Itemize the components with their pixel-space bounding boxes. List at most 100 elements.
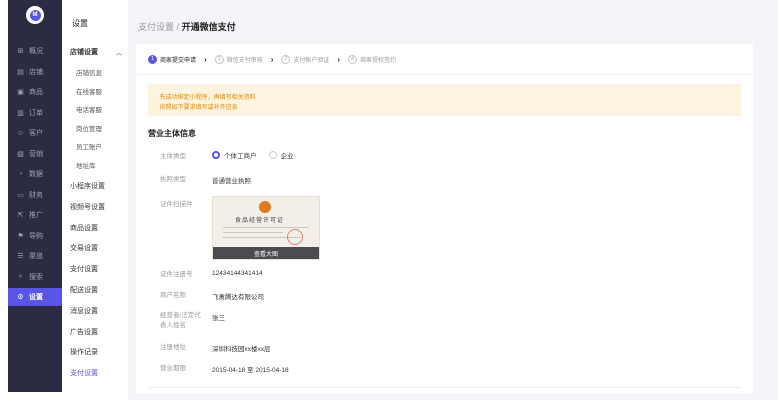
license-image-title: 食品经营许可证 [235, 217, 285, 224]
progress-steps: 1 商家提交申请 › 2 微信支付审核 › 3 支付账户验证 › 4 商家授权签约 [148, 52, 396, 66]
submenu-item[interactable]: 商品设置 [70, 219, 124, 237]
step-number: 1 [148, 54, 157, 64]
submenu-item[interactable]: 广告设置 [70, 323, 124, 341]
step-4: 4 商家授权签约 [348, 54, 397, 64]
operator-value: 张三 [212, 315, 225, 322]
radio-label: 个体工商户 [224, 153, 257, 160]
submenu-title: 设置 [72, 19, 88, 28]
breadcrumb-separator: / [176, 22, 180, 32]
main-nav-rail: M ⊞ 概况 ▤ 店铺 ▣ 商品 ▥ 订单 ☺ 客户 ▧ 营销 ◔ 数据 ▭ 财务 ⇱ 推广 ⚑ 导购 ☰ 渠道 ⌕ 搜索 ⚙ 设… [8, 0, 62, 392]
page-title: 开通微信支付 [181, 22, 236, 32]
rail-item-9[interactable]: ⚑ 导购 [8, 227, 62, 245]
section-title: 营业主体信息 [148, 129, 196, 138]
breadcrumb: 支付设置 / 开通微信支付 [138, 20, 236, 33]
license-type-label: 执照类型 [160, 176, 186, 183]
chevron-right-icon: › [337, 54, 341, 64]
rail-item-label: 店铺 [29, 68, 43, 76]
merchant-name-value: 飞禽腾达有限公司 [212, 294, 264, 301]
notice-line-2: · 按照如下要求填写或补齐信息 [156, 105, 238, 111]
rail-item-6[interactable]: ◔ 数据 [8, 165, 62, 183]
app-logo[interactable]: M [26, 6, 44, 24]
license-image[interactable]: 食品经营许可证 查看大图 [212, 196, 320, 260]
step-number: 2 [214, 54, 224, 64]
channel-icon: ☰ [17, 253, 24, 260]
rail-item-3[interactable]: ▥ 订单 [8, 104, 62, 122]
radio-label: 企业 [280, 153, 294, 160]
radio-unchecked-icon [268, 151, 277, 159]
submenu-child-item[interactable]: 在线客服 [76, 82, 130, 100]
license-type-value: 普通营业执照 [212, 178, 251, 185]
gear-icon: ⚙ [17, 294, 24, 301]
step-3: 3 支付账户验证 [281, 54, 330, 64]
submenu-item[interactable]: 交易设置 [70, 239, 124, 257]
submenu-item[interactable]: 配送设置 [70, 281, 124, 299]
chevron-right-icon: › [204, 54, 207, 64]
rail-item-12[interactable]: ⚙ 设置 [8, 288, 62, 306]
chevron-up-icon: ︿ [115, 50, 122, 57]
rail-item-7[interactable]: ▭ 财务 [8, 186, 62, 204]
submenu-child-item[interactable]: 店铺信息 [76, 63, 130, 81]
chevron-right-icon: › [270, 54, 274, 64]
submenu-item[interactable]: 小程序设置 [70, 177, 124, 195]
merchant-name-label: 商户名称 [160, 292, 186, 299]
submenu-group-store-settings[interactable]: 店铺设置 ︿ [70, 43, 124, 61]
step-label: 商家授权签约 [360, 57, 397, 64]
submenu-item[interactable]: 视频号设置 [70, 198, 124, 216]
rail-item-11[interactable]: ⌕ 搜索 [8, 268, 62, 286]
submenu-item[interactable]: 支付设置 [70, 260, 124, 278]
product-icon: ▣ [17, 89, 24, 96]
view-large-button[interactable]: 查看大图 [213, 247, 319, 259]
radio-individual[interactable]: 个体工商户 [212, 150, 257, 160]
submenu-item[interactable]: 支付设置 [70, 364, 124, 382]
license-text-line [223, 227, 309, 228]
step-label: 商家提交申请 [160, 57, 197, 64]
app-window: M ⊞ 概况 ▤ 店铺 ▣ 商品 ▥ 订单 ☺ 客户 ▧ 营销 ◔ 数据 ▭ 财务 ⇱ 推广 ⚑ 导购 ☰ 渠道 ⌕ 搜索 ⚙ 设… [0, 0, 778, 400]
divider [136, 74, 753, 75]
order-icon: ▥ [17, 109, 24, 117]
rail-item-label: 导购 [29, 232, 43, 240]
emblem-icon [259, 201, 271, 213]
submenu-item[interactable]: 操作记录 [70, 343, 124, 361]
divider [148, 387, 741, 388]
reg-no-label: 证件注册号 [160, 271, 193, 278]
rail-item-label: 营销 [29, 150, 43, 158]
period-value: 2015-04-18 至 2015-04-18 [212, 367, 289, 374]
submenu-item[interactable]: 消息设置 [70, 302, 124, 320]
step-2: 2 微信支付审核 [214, 54, 263, 64]
submenu-group-label: 店铺设置 [70, 49, 98, 56]
step-label: 支付账户验证 [293, 57, 330, 64]
breadcrumb-parent[interactable]: 支付设置 [138, 22, 174, 32]
rail-item-10[interactable]: ☰ 渠道 [8, 247, 62, 265]
notice-banner: · 先成功绑定小程序，再填写相关资料 · 按照如下要求填写或补齐信息 [148, 84, 741, 116]
address-value: 深圳科技园xx楼xx层 [212, 346, 271, 353]
submenu-child-item[interactable]: 员工账户 [76, 137, 130, 155]
guide-icon: ⚑ [17, 232, 24, 240]
rail-item-5[interactable]: ▧ 营销 [8, 145, 62, 163]
radio-enterprise[interactable]: 企业 [268, 150, 294, 160]
rail-item-label: 概况 [29, 48, 43, 55]
rail-item-2[interactable]: ▣ 商品 [8, 83, 62, 101]
submenu-child-item[interactable]: 电话客服 [76, 100, 130, 118]
store-icon: ▤ [17, 68, 24, 76]
operator-label: 经营者/法定代表人姓名 [160, 312, 201, 329]
data-icon: ◔ [18, 170, 23, 178]
rail-item-8[interactable]: ⇱ 推广 [8, 206, 62, 224]
submenu-child-item[interactable]: 地址库 [76, 156, 130, 174]
radio-checked-icon [212, 151, 220, 159]
rail-item-label: 数据 [29, 171, 43, 178]
grid-icon: ⊞ [17, 48, 24, 55]
marketing-icon: ▧ [17, 150, 24, 158]
notice-line-1: · 先成功绑定小程序，再填写相关资料 [156, 95, 256, 101]
rail-item-1[interactable]: ▤ 店铺 [8, 63, 62, 81]
rail-item-label: 商品 [29, 89, 43, 96]
promote-icon: ⇱ [17, 212, 24, 219]
finance-icon: ▭ [17, 191, 24, 199]
period-label: 营业期限 [160, 365, 186, 372]
submenu-child-item[interactable]: 岗位管理 [76, 119, 130, 137]
rail-item-label: 渠道 [29, 253, 43, 260]
main-content: 支付设置 / 开通微信支付 1 商家提交申请 › 2 微信支付审核 › 3 支付账户验证 › 4 商… [128, 0, 778, 400]
rail-item-0[interactable]: ⊞ 概况 [8, 42, 62, 60]
reg-no-value: 12434144341414 [212, 270, 263, 277]
scan-label: 证件扫描件 [160, 201, 193, 208]
rail-item-4[interactable]: ☺ 客户 [8, 124, 62, 142]
